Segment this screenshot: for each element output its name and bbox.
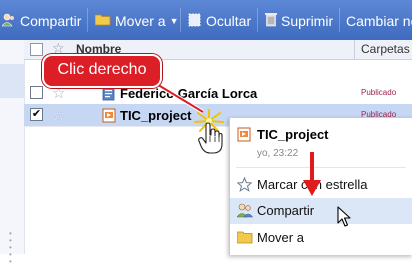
star-icon[interactable]: ☆ [52, 106, 65, 124]
hide-icon [188, 13, 202, 30]
chevron-down-icon: ▼ [169, 16, 179, 26]
trash-icon [265, 12, 277, 30]
row-title[interactable]: TIC_project [120, 108, 192, 123]
hide-toolbar-label: Ocultar [206, 13, 252, 29]
column-divider[interactable] [354, 40, 355, 59]
toolbar-divider [257, 8, 258, 32]
toolbar-divider [87, 8, 88, 32]
context-menu-timestamp: yo, 23:22 [257, 148, 299, 159]
menu-item-label: Mover a [257, 230, 304, 245]
share-toolbar-button[interactable]: Compartir [1, 12, 82, 30]
left-panel-selection [0, 64, 24, 98]
folders-column-header[interactable]: Carpetas [361, 42, 410, 56]
change-toolbar-button[interactable]: Cambiar no [346, 12, 412, 30]
hide-toolbar-button[interactable]: Ocultar [188, 12, 251, 30]
context-menu-title: TIC_project [257, 127, 329, 142]
folder-icon [236, 230, 253, 247]
star-icon [236, 176, 253, 195]
left-panel-strip: • • • • • [0, 40, 25, 266]
presentation-icon [237, 127, 252, 145]
share-icon [236, 203, 254, 221]
hand-cursor-icon [198, 122, 223, 154]
toolbar-divider [339, 8, 340, 32]
toolbar-divider [180, 8, 181, 32]
delete-toolbar-button[interactable]: Suprimir [265, 12, 333, 30]
status-label: Publicado [361, 88, 397, 97]
mouse-pointer-icon [337, 206, 351, 227]
share-toolbar-label: Compartir [20, 13, 82, 29]
row-title[interactable]: Federico García Lorca [120, 86, 257, 101]
presentation-icon [102, 108, 117, 126]
red-arrow-icon [303, 152, 321, 196]
move-to-toolbar-label: Mover a [115, 13, 166, 29]
menu-item-move-to[interactable]: Mover a [230, 225, 412, 251]
change-toolbar-label: Cambiar no [346, 13, 412, 29]
menu-item-label: Compartir [257, 203, 315, 218]
row-checkbox-checked[interactable]: ✔ [30, 108, 43, 121]
callout-text: Clic derecho [57, 61, 147, 78]
folder-icon [94, 13, 111, 29]
toolbar: Compartir Mover a ▼ Ocultar Suprimir Cam… [0, 0, 412, 40]
resize-handle[interactable]: • • • • • [9, 230, 13, 266]
document-icon [102, 86, 116, 104]
right-click-callout: Clic derecho [42, 54, 162, 88]
menu-item-share[interactable]: Compartir [230, 198, 412, 224]
row-checkbox[interactable] [30, 86, 43, 99]
select-all-checkbox[interactable] [30, 43, 43, 56]
delete-toolbar-label: Suprimir [281, 13, 334, 29]
share-icon [1, 13, 16, 30]
move-to-toolbar-button[interactable]: Mover a ▼ [94, 12, 179, 30]
